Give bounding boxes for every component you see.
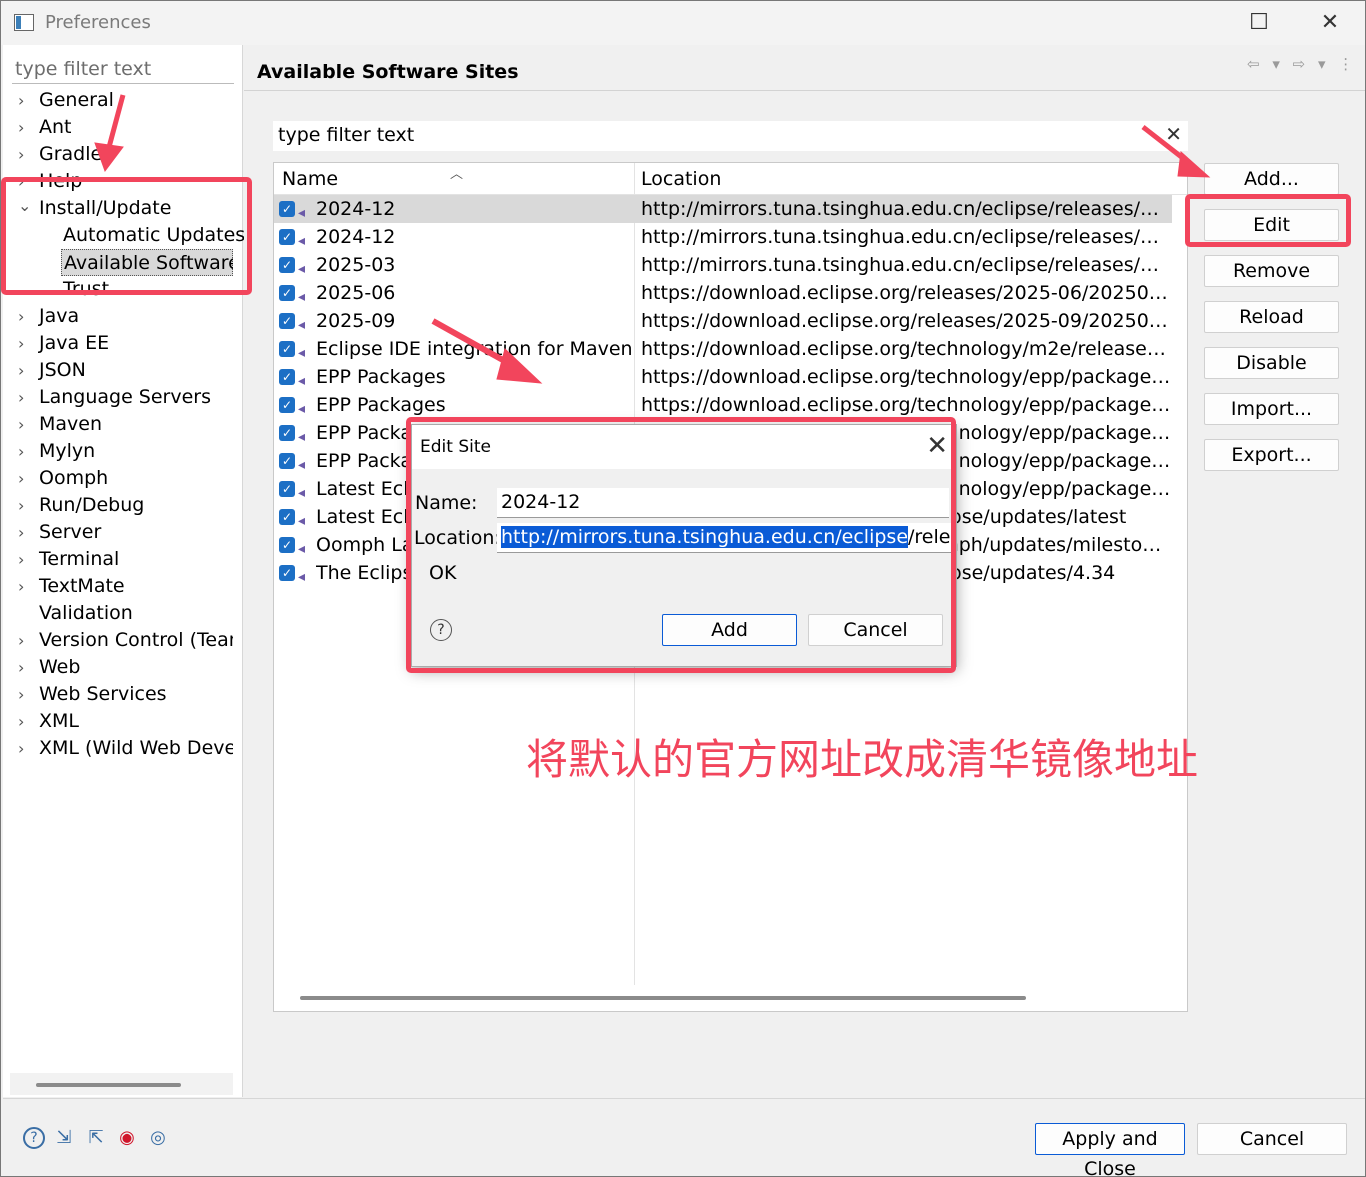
annotation-text: 将默认的官方网址改成清华镜像地址 <box>526 735 1199 784</box>
annotation-arrows <box>94 94 1211 384</box>
preferences-window: Preferences ☐ ✕ type filter text › Genera… <box>0 0 1366 1177</box>
arrowhead <box>496 348 543 384</box>
arrowhead <box>1177 150 1211 178</box>
arrow-to-install-update <box>105 94 126 152</box>
arrowhead <box>94 142 124 173</box>
